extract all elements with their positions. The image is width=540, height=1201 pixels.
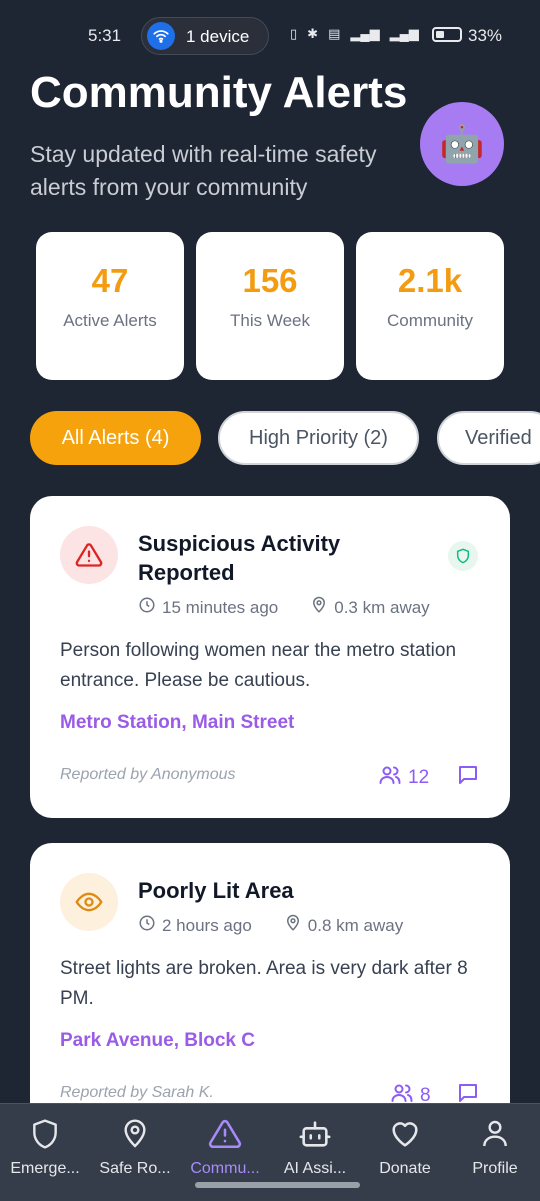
user-icon [450,1114,540,1154]
comment-button[interactable] [456,763,480,792]
robot-icon: 🤖 [439,123,485,164]
alert-location-link[interactable]: Metro Station, Main Street [60,712,294,734]
alert-triangle-icon [180,1114,270,1154]
bluetooth-icon: ✱ [307,26,319,41]
alert-location-link[interactable]: Park Avenue, Block C [60,1030,255,1052]
map-pin-icon [310,596,328,619]
bot-icon [270,1114,360,1154]
shield-icon [0,1114,90,1154]
device-pill-label: 1 device [186,27,250,46]
nav-item-safe-route[interactable]: Safe Ro... [90,1114,180,1178]
volte-icon: ▤ [328,26,341,41]
alert-meta: 2 hours ago 0.8 km away [138,914,403,937]
users-icon [378,763,402,793]
stat-card-community: 2.1k Community [356,232,504,380]
system-icons: ▯ ✱ ▤ ▂▄▆ ▂▄▆ [290,26,419,42]
nav-label: Donate [379,1160,431,1177]
stat-value: 156 [242,262,298,299]
nav-item-profile[interactable]: Profile [450,1114,540,1178]
stat-card-week: 156 This Week [196,232,344,380]
alert-reporter: Reported by Sarah K. [60,1084,214,1101]
alert-description: Street lights are broken. Area is very d… [60,958,468,1009]
warning-triangle-icon [60,526,118,584]
alert-distance: 0.8 km away [307,915,404,935]
filter-chip-high-priority[interactable]: High Priority (2) [218,411,419,465]
map-pin-icon [284,914,302,937]
ai-bot-button[interactable]: 🤖 [420,102,504,186]
alert-title: Suspicious Activity Reported [138,531,341,585]
verified-shield-icon [448,541,478,571]
comment-icon [459,766,477,784]
page-subtitle: Stay updated with real-time safety alert… [30,141,377,200]
nav-label: Emerge... [10,1160,80,1177]
map-pin-icon [90,1114,180,1154]
battery-icon [432,27,462,42]
signal-5g-icon: ▂▄▆ [389,26,419,41]
people-count[interactable]: 12 [378,763,429,793]
device-pill[interactable]: 1 device [141,17,269,55]
stat-card-active: 47 Active Alerts [36,232,184,380]
wifi-hotspot-icon [147,22,175,50]
alert-card[interactable]: Poorly Lit Area 2 hours ago 0.8 km away … [30,843,510,1143]
nav-item-donate[interactable]: Donate [360,1114,450,1178]
filter-chip-all[interactable]: All Alerts (4) [30,411,201,465]
alert-description: Person following women near the metro st… [60,640,457,691]
stat-value: 2.1k [397,262,463,299]
alert-meta: 15 minutes ago 0.3 km away [138,596,430,619]
nav-label: Commu... [190,1160,260,1177]
alert-time: 15 minutes ago [162,597,279,617]
nav-item-emergency[interactable]: Emerge... [0,1114,90,1178]
stat-value: 47 [91,262,129,299]
status-time: 5:31 [88,26,122,45]
alert-reporter: Reported by Anonymous [60,766,236,783]
stat-label: Active Alerts [63,311,157,330]
heart-icon [360,1114,450,1154]
battery-percent: 33% [468,26,503,45]
nav-label: AI Assi... [283,1160,347,1177]
people-count-value: 12 [408,767,430,788]
status-bar: 5:31 1 device ▯ ✱ ▤ ▂▄▆ ▂▄▆ 33% [0,0,540,72]
clock-icon [138,914,156,937]
comment-icon [459,1084,477,1102]
filter-chip-verified[interactable]: Verified [437,411,540,465]
alert-time: 2 hours ago [162,915,252,935]
nav-label: Profile [472,1160,518,1177]
page-title: Community Alerts [30,68,408,117]
alert-distance: 0.3 km away [334,597,430,617]
vibrate-icon: ▯ [290,26,298,41]
nav-label: Safe Ro... [99,1160,171,1177]
nav-item-community[interactable]: Commu... [180,1114,270,1178]
signal-icon: ▂▄▆ [350,26,380,41]
stat-label: Community [387,311,473,330]
home-indicator[interactable] [195,1182,360,1188]
nav-item-ai-assistant[interactable]: AI Assi... [270,1114,360,1178]
stat-label: This Week [230,311,310,330]
eye-icon [60,873,118,931]
alert-card[interactable]: Suspicious Activity Reported 15 minutes … [30,496,510,818]
alert-title: Poorly Lit Area [138,878,294,903]
clock-icon [138,596,156,619]
